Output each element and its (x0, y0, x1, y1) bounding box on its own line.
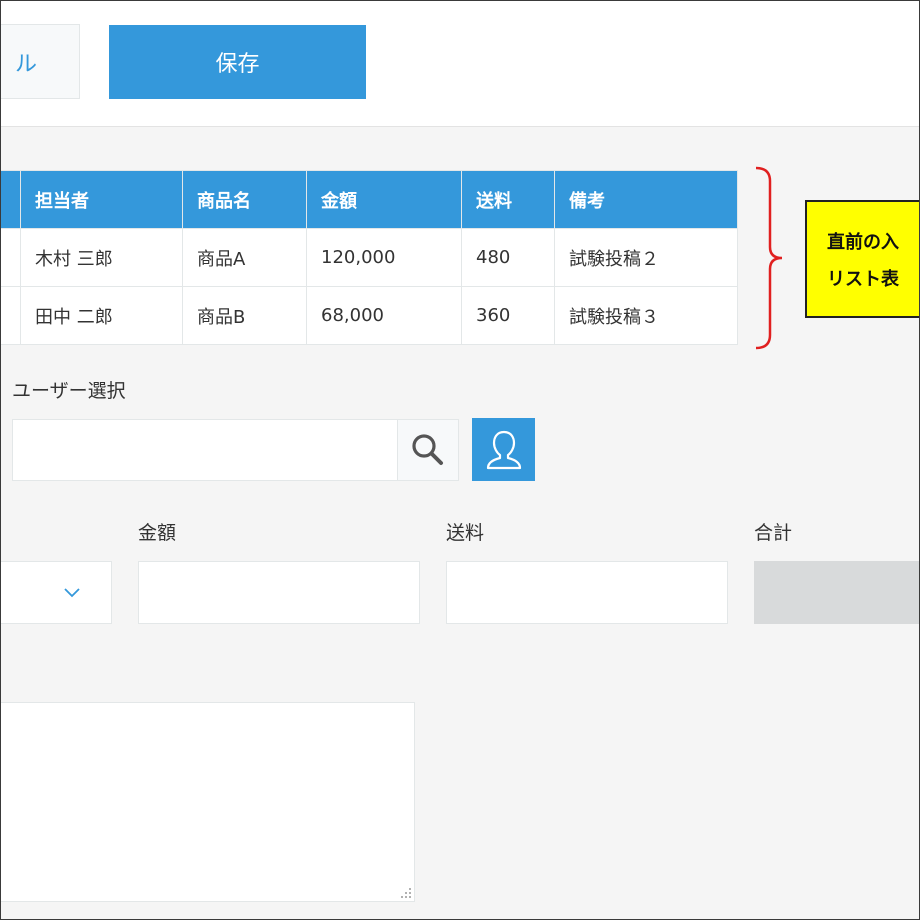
chevron-down-icon (64, 588, 80, 598)
amount-label: 金額 (138, 522, 177, 544)
table-cell: 試験投稿２ (554, 228, 738, 287)
table-cell: 試験投稿３ (554, 286, 738, 345)
table-cell: 田中 二郎 (20, 286, 183, 345)
table-cell: 商品B (182, 286, 307, 345)
table-header-cell: 商品名 (182, 170, 307, 229)
table-row[interactable]: 木村 三郎 商品A 120,000 480 試験投稿２ (0, 228, 738, 287)
table-header-cell: 担当者 (20, 170, 183, 229)
user-icon (486, 430, 521, 469)
user-picker-button[interactable] (472, 418, 535, 481)
table-header-cell (0, 170, 21, 229)
table-cell: 68,000 (306, 286, 462, 345)
save-button[interactable]: 保存 (109, 25, 366, 99)
remarks-textarea[interactable] (0, 702, 415, 902)
resize-grip-icon[interactable] (400, 887, 412, 899)
header-toolbar: ル 保存 (0, 0, 920, 127)
shipping-label: 送料 (446, 522, 485, 544)
table-cell: 120,000 (306, 228, 462, 287)
total-label: 合計 (754, 522, 793, 544)
table-cell: 商品A (182, 228, 307, 287)
table-cell (0, 228, 21, 287)
table-row[interactable]: 田中 二郎 商品B 68,000 360 試験投稿３ (0, 286, 738, 345)
table-header-row: 担当者 商品名 金額 送料 備考 (0, 170, 738, 229)
total-field (754, 561, 920, 624)
cancel-button[interactable]: ル (0, 24, 80, 99)
amount-input[interactable] (138, 561, 420, 624)
dropdown-select[interactable] (0, 561, 112, 624)
callout-line: 直前の入 (827, 232, 899, 253)
table-header-cell: 送料 (461, 170, 555, 229)
user-search-button[interactable] (397, 419, 459, 481)
search-icon (412, 434, 443, 465)
callout-line: リスト表 (827, 269, 899, 290)
table-cell: 360 (461, 286, 555, 345)
table-header-cell: 備考 (554, 170, 738, 229)
table-cell (0, 286, 21, 345)
shipping-input[interactable] (446, 561, 728, 624)
table-header-cell: 金額 (306, 170, 462, 229)
user-select-label: ユーザー選択 (12, 380, 126, 402)
table-cell: 480 (461, 228, 555, 287)
user-select-input[interactable] (12, 419, 398, 481)
record-list-table: 担当者 商品名 金額 送料 備考 木村 三郎 商品A 120,000 480 試… (0, 170, 738, 345)
annotation-callout: 直前の入 リスト表 (805, 200, 920, 318)
annotation-bracket (755, 166, 783, 350)
table-cell: 木村 三郎 (20, 228, 183, 287)
